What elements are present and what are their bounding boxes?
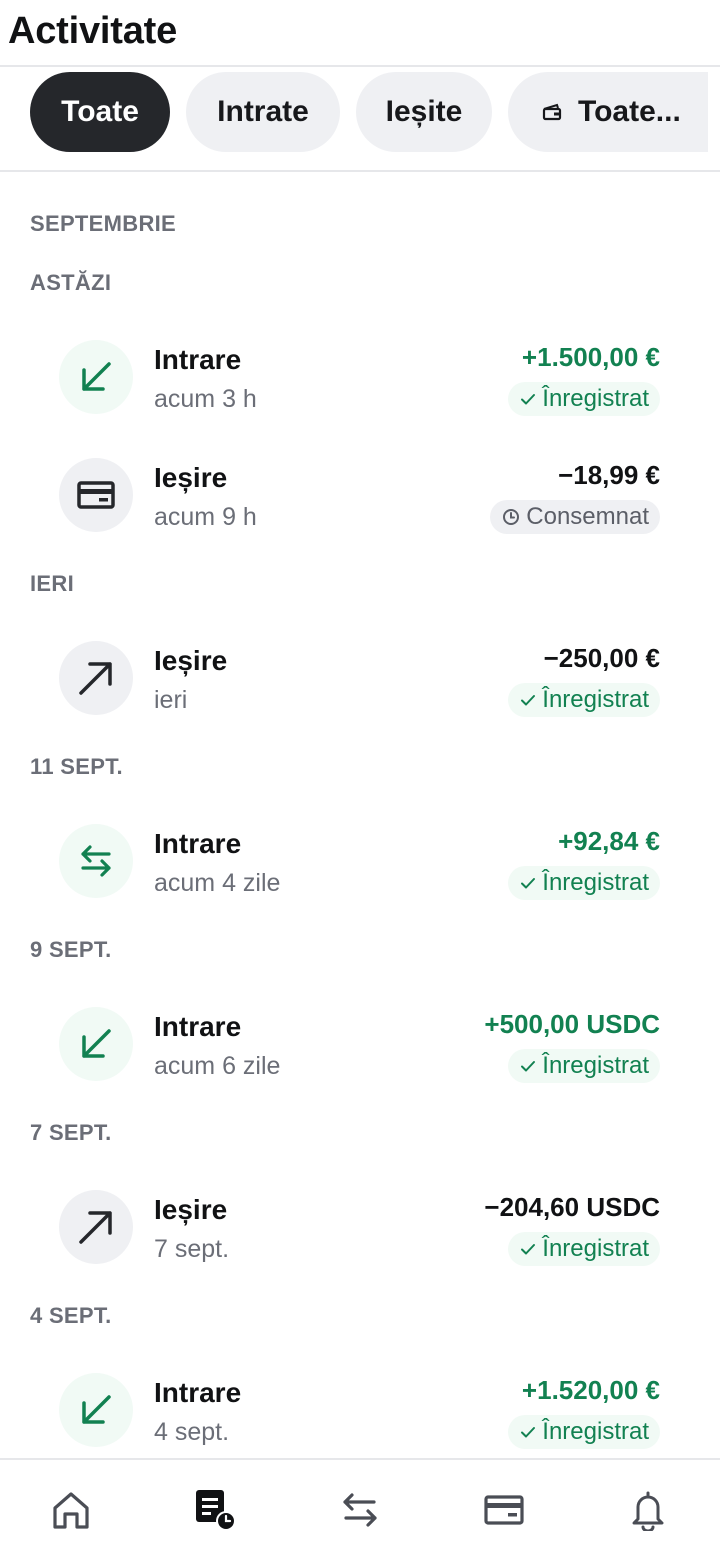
transaction-row[interactable]: Ieșire acum 9 h −18,99 € Consemnat (0, 450, 720, 540)
filter-bar: Toate Intrate Ieșite Toate... (0, 67, 720, 172)
transaction-row[interactable]: Ieșire 7 sept. −204,60 USDC Înregistrat (0, 1182, 720, 1272)
transaction-amount: +1.520,00 € (521, 1375, 660, 1405)
date-group-label: 7 SEPT. (30, 1120, 112, 1145)
transaction-amount: +500,00 USDC (484, 1009, 660, 1039)
transaction-title: Intrare (154, 344, 242, 375)
filter-chip-label: Toate... (578, 95, 681, 128)
transaction-amount: −18,99 € (558, 460, 660, 490)
transaction-title: Ieșire (154, 462, 228, 493)
nav-activity[interactable] (193, 1488, 237, 1537)
transaction-row[interactable]: Intrare acum 3 h +1.500,00 € Înregistrat (0, 332, 720, 422)
filter-chip-label: Toate (61, 95, 139, 128)
transaction-time: acum 3 h (154, 385, 257, 413)
month-label: SEPTEMBRIE (30, 211, 177, 236)
status-badge: Înregistrat (508, 382, 660, 416)
nav-card[interactable] (482, 1490, 526, 1534)
transaction-amount: −204,60 USDC (484, 1192, 660, 1222)
status-label: Consemnat (526, 503, 649, 530)
check-icon (520, 1241, 536, 1257)
bottom-navigation (0, 1458, 720, 1561)
arrow-down-left-icon (59, 340, 133, 414)
status-badge: Înregistrat (508, 1232, 660, 1266)
transaction-title: Ieșire (154, 1194, 228, 1225)
status-badge: Înregistrat (508, 866, 660, 900)
status-label: Înregistrat (542, 1052, 649, 1079)
transaction-time: acum 4 zile (154, 869, 281, 897)
status-badge: Înregistrat (508, 1049, 660, 1083)
page-title: Activitate (8, 10, 178, 52)
bell-icon (628, 1489, 668, 1536)
check-icon (520, 692, 536, 708)
check-icon (520, 1424, 536, 1440)
transaction-time: acum 6 zile (154, 1052, 281, 1080)
filter-chip-all[interactable]: Toate (30, 72, 170, 152)
arrow-up-right-icon (59, 1190, 133, 1264)
nav-home[interactable] (49, 1490, 93, 1534)
date-group-label: IERI (30, 571, 74, 596)
status-badge: Înregistrat (508, 683, 660, 717)
activity-icon (193, 1488, 237, 1537)
transaction-title: Intrare (154, 1011, 242, 1042)
status-label: Înregistrat (542, 869, 649, 896)
home-icon (50, 1490, 92, 1535)
status-label: Înregistrat (542, 686, 649, 713)
status-label: Înregistrat (542, 1418, 649, 1445)
arrow-up-right-icon (59, 641, 133, 715)
transaction-row[interactable]: Intrare 4 sept. +1.520,00 € Înregistrat (0, 1365, 720, 1455)
filter-chip-label: Intrate (217, 95, 309, 128)
status-label: Înregistrat (542, 385, 649, 412)
clock-icon (502, 508, 520, 526)
transaction-time: 7 sept. (154, 1235, 230, 1263)
transfer-icon (339, 1490, 381, 1535)
date-group-label: 11 SEPT. (30, 754, 123, 779)
date-group-label: 9 SEPT. (30, 937, 112, 962)
filter-chip-label: Ieșite (385, 95, 463, 128)
transaction-amount: +1.500,00 € (521, 342, 660, 372)
transaction-amount: +92,84 € (558, 826, 660, 856)
app-header: Activitate (0, 0, 720, 67)
nav-transfer[interactable] (338, 1490, 382, 1534)
status-badge: Înregistrat (508, 1415, 660, 1449)
transaction-row[interactable]: Ieșire ieri −250,00 € Înregistrat (0, 633, 720, 723)
wallet-icon (542, 103, 562, 121)
transaction-title: Intrare (154, 1377, 242, 1408)
date-group-label: 4 SEPT. (30, 1303, 112, 1328)
filter-chip-accounts[interactable]: Toate... (508, 72, 708, 152)
transaction-title: Ieșire (154, 645, 228, 676)
arrow-down-left-icon (59, 1007, 133, 1081)
filter-chip-outgoing[interactable]: Ieșite (356, 72, 492, 152)
transaction-row[interactable]: Intrare acum 4 zile +92,84 € Înregistrat (0, 816, 720, 906)
transaction-row[interactable]: Intrare acum 6 zile +500,00 USDC Înregis… (0, 999, 720, 1089)
filter-chip-incoming[interactable]: Intrate (186, 72, 340, 152)
card-icon (59, 458, 133, 532)
activity-list[interactable]: SEPTEMBRIE ASTĂZI Intrare acum 3 h +1.50… (0, 172, 720, 1458)
check-icon (520, 391, 536, 407)
transaction-title: Intrare (154, 828, 242, 859)
check-icon (520, 1058, 536, 1074)
arrow-down-left-icon (59, 1373, 133, 1447)
transaction-amount: −250,00 € (543, 643, 660, 673)
check-icon (520, 875, 536, 891)
transaction-time: 4 sept. (154, 1418, 230, 1446)
card-icon (483, 1493, 525, 1532)
date-group-label: ASTĂZI (30, 270, 112, 295)
status-label: Înregistrat (542, 1235, 649, 1262)
status-badge: Consemnat (490, 500, 660, 534)
swap-icon (59, 824, 133, 898)
transaction-time: acum 9 h (154, 503, 257, 531)
nav-notifications[interactable] (626, 1490, 670, 1534)
transaction-time: ieri (154, 686, 188, 714)
